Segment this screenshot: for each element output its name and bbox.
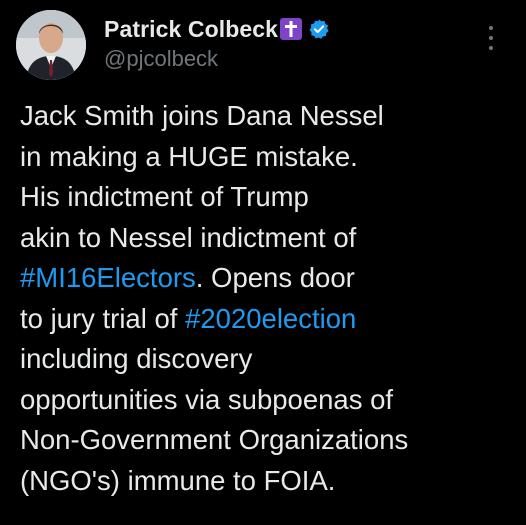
tweet-text-segment: opportunities via subpoenas of	[20, 383, 394, 415]
more-dot	[489, 46, 493, 50]
tweet-text-line: opportunities via subpoenas of	[20, 380, 520, 421]
tweet-text-segment: to jury trial of	[20, 302, 186, 334]
tweet-text-segment: akin to Nessel indictment of	[20, 221, 357, 253]
tweet-text-line: including discovery	[20, 339, 520, 380]
tweet-text-segment: His indictment of Trump	[20, 181, 309, 212]
author-handle[interactable]: @pjcolbeck	[104, 46, 218, 72]
more-dot	[489, 26, 493, 30]
tweet-text-line: Non-Government Organizations	[20, 420, 520, 461]
tweet-card: Patrick Colbeck @pjcolbeck Jack Smith jo…	[0, 0, 526, 525]
author-display-name[interactable]: Patrick Colbeck	[104, 16, 278, 43]
more-dot	[489, 36, 493, 40]
tweet-text-line: in making a HUGE mistake.	[20, 137, 520, 178]
tweet-text-segment: Non-Government Organizations	[20, 424, 409, 455]
latin-cross-icon	[280, 18, 303, 40]
tweet-text-segment: Jack Smith joins Dana Nessel	[20, 100, 384, 131]
verified-badge-icon	[308, 18, 330, 40]
author-name-row: Patrick Colbeck	[104, 14, 330, 44]
tweet-text-line: to jury trial of #2020election	[20, 299, 520, 340]
tweet-text-segment: in making a HUGE mistake.	[20, 140, 358, 172]
avatar[interactable]	[16, 10, 86, 80]
tweet-text-segment: . Opens door	[195, 262, 355, 293]
tweet-text: Jack Smith joins Dana Nessel in making a …	[20, 96, 520, 501]
hashtag-link[interactable]: #2020election	[185, 303, 356, 334]
avatar-photo	[16, 10, 86, 80]
hashtag-link[interactable]: #MI16Electors	[20, 262, 196, 293]
tweet-text-line: #MI16Electors. Opens door	[20, 258, 520, 299]
more-vertical-icon[interactable]	[480, 22, 502, 54]
tweet-text-segment: (NGO's) immune to FOIA.	[20, 464, 336, 496]
tweet-text-line: (NGO's) immune to FOIA.	[20, 461, 520, 502]
tweet-text-segment: including discovery	[20, 343, 253, 374]
tweet-text-line: Jack Smith joins Dana Nessel	[20, 96, 520, 137]
tweet-text-line: His indictment of Trump	[20, 177, 520, 218]
tweet-text-line: akin to Nessel indictment of	[20, 218, 520, 259]
